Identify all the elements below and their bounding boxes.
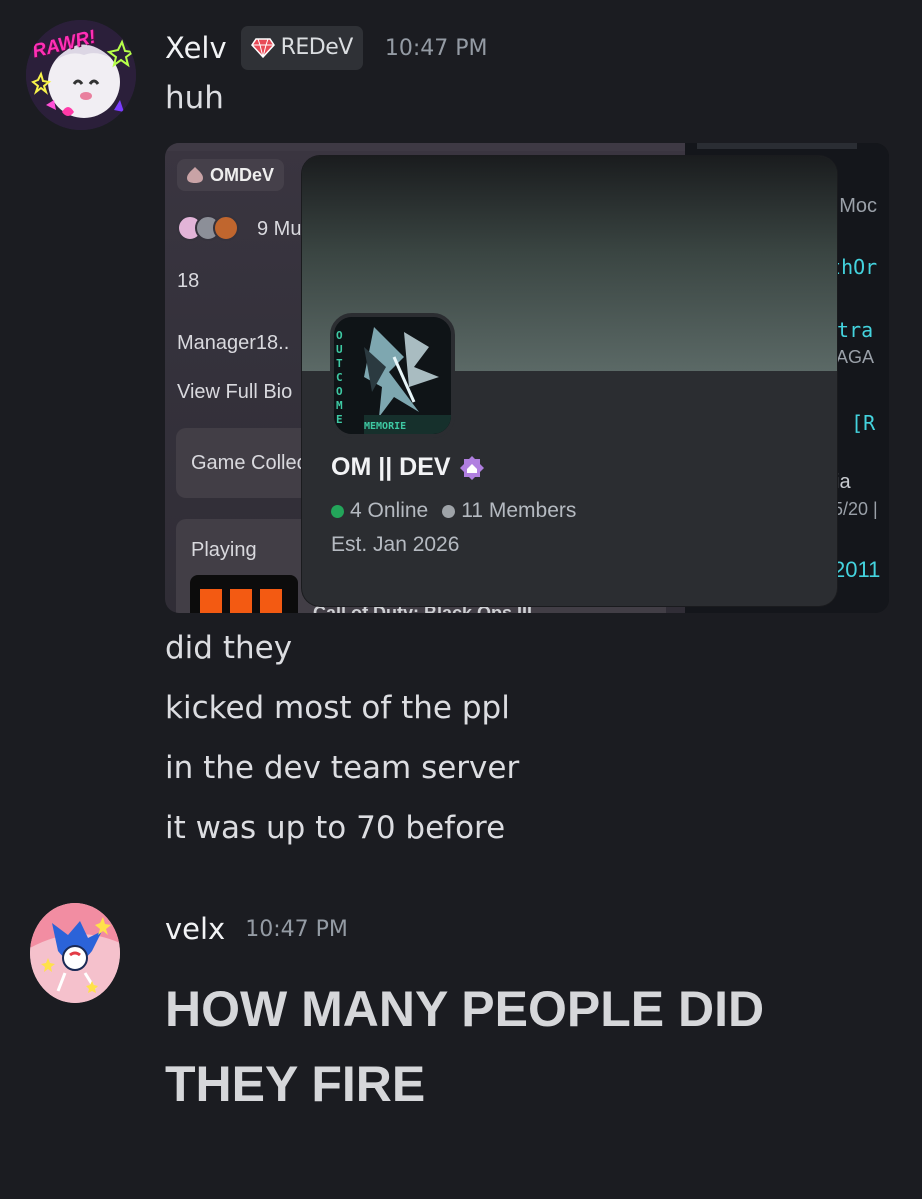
online-dot-icon — [331, 504, 344, 518]
velx-avatar[interactable] — [30, 903, 120, 1003]
server-icon: OUTCOME MEMORIE — [330, 313, 455, 438]
age-text: 18 — [177, 270, 200, 292]
server-tag[interactable]: REDeV — [240, 26, 363, 70]
username[interactable]: Xelv — [165, 31, 227, 65]
server-icon-art — [334, 317, 451, 434]
boost-badge-icon — [459, 455, 484, 480]
online-count: 4 Online — [350, 499, 429, 522]
playing-label: Playing — [191, 539, 257, 561]
message-header-velx: velx 10:47 PM — [165, 912, 348, 946]
username[interactable]: velx — [165, 912, 225, 946]
member-entry-text: 5/20 | — [833, 499, 878, 519]
role-text: Manager18.. — [177, 332, 290, 354]
image-attachment[interactable]: OMDeV 9 Mu 18 Manager18.. View Full Bio … — [165, 143, 889, 613]
message-header-xelv: Xelv REDeV 10:47 PM — [165, 26, 488, 70]
server-name: OM || DEV — [331, 453, 485, 482]
server-tag-label: REDeV — [280, 35, 354, 60]
icon-side-text: OUTCOME — [336, 329, 343, 426]
message-line: in the dev team server — [165, 750, 520, 786]
member-count: 11 Members — [461, 499, 577, 522]
members-dot-icon — [442, 504, 456, 518]
message-line-heading: HOW MANY PEOPLE DID — [165, 981, 765, 1037]
server-stats: 4 Online 11 Members — [331, 499, 576, 523]
member-entry-text: 2011 — [833, 557, 881, 582]
profile-tag-pill: OMDeV — [177, 159, 285, 191]
timestamp: 10:47 PM — [245, 916, 348, 942]
mutual-avatars — [177, 215, 239, 241]
established-date: Est. Jan 2026 — [331, 533, 460, 556]
timestamp: 10:47 PM — [384, 35, 488, 61]
mutuals-text: 9 Mu — [257, 218, 302, 240]
message-line: it was up to 70 before — [165, 810, 506, 846]
xelv-avatar[interactable]: RAWR! — [26, 20, 136, 130]
message-line-heading: THEY FIRE — [165, 1056, 426, 1112]
server-preview-popup[interactable]: OUTCOME MEMORIE OM || DEV 4 Online 11 Me… — [302, 156, 837, 606]
message-line: huh — [165, 80, 224, 116]
game-cover-icon — [190, 575, 298, 613]
gem-icon — [250, 37, 275, 58]
game-collection-label: Game Collec — [191, 452, 307, 474]
icon-bottom-text: MEMORIE — [364, 421, 407, 432]
tag-badge-icon — [187, 167, 203, 183]
message-line: did they — [165, 630, 293, 666]
velx-avatar-art — [30, 903, 120, 1003]
server-name-text: OM || DEV — [331, 453, 451, 481]
message-line: kicked most of the ppl — [165, 690, 510, 726]
pill-label: OMDeV — [210, 164, 275, 185]
view-full-bio-link[interactable]: View Full Bio — [177, 381, 292, 404]
